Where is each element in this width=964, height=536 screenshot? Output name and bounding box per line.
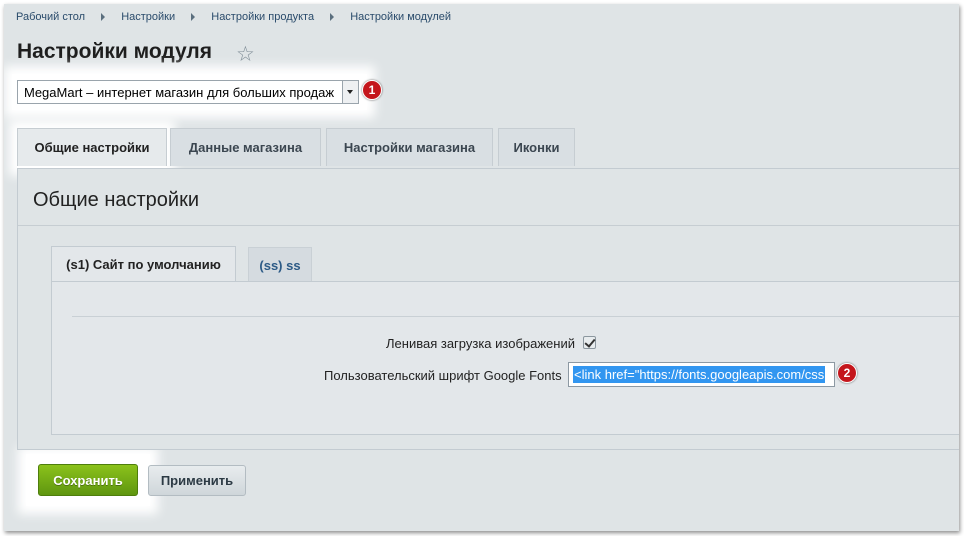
google-fonts-input[interactable]: <link href="https://fonts.googleapis.com… [568,362,835,387]
lazy-load-checkbox[interactable] [583,336,596,349]
marker-badge-1: 1 [362,80,382,100]
tab-store-data[interactable]: Данные магазина [170,128,321,166]
tab-store-settings[interactable]: Настройки магазина [326,128,493,166]
google-fonts-label: Пользовательский шрифт Google Fonts [324,368,562,383]
tab-icons[interactable]: Иконки [498,128,575,166]
module-select[interactable]: MegaMart – интернет магазин для больших … [17,80,359,104]
breadcrumb: Рабочий стол Настройки Настройки продукт… [16,11,451,23]
window: Рабочий стол Настройки Настройки продукт… [4,4,959,531]
tab-general[interactable]: Общие настройки [17,128,167,166]
divider [18,225,959,226]
breadcrumb-item[interactable]: Настройки модулей [350,11,451,23]
breadcrumb-item[interactable]: Настройки продукта [211,11,314,23]
save-button[interactable]: Сохранить [38,464,138,496]
settings-panel: Общие настройки (s1) Сайт по умолчанию (… [17,168,959,450]
chevron-down-icon [347,90,353,94]
breadcrumb-arrow-icon [191,13,196,22]
checkbox-checked-icon [584,336,596,348]
star-icon[interactable]: ☆ [236,42,255,67]
breadcrumb-item[interactable]: Рабочий стол [16,11,85,23]
site-settings: Ленивая загрузка изображений [51,281,959,435]
marker-badge-2: 2 [837,363,857,383]
google-fonts-value: <link href="https://fonts.googleapis.com… [573,366,826,383]
dropdown-button[interactable] [342,81,358,103]
breadcrumb-arrow-icon [101,13,106,22]
page-title: Настройки модуля [17,40,213,63]
tab-site-ss[interactable]: (ss) ss [248,247,312,283]
lazy-load-label: Ленивая загрузка изображений [386,336,575,351]
breadcrumb-arrow-icon [330,13,335,22]
breadcrumb-item[interactable]: Настройки [121,11,175,23]
divider [72,316,959,317]
module-select-value: MegaMart – интернет магазин для больших … [24,85,335,100]
panel-title: Общие настройки [33,189,199,211]
apply-button[interactable]: Применить [148,465,246,496]
tab-site-s1[interactable]: (s1) Сайт по умолчанию [51,246,236,282]
